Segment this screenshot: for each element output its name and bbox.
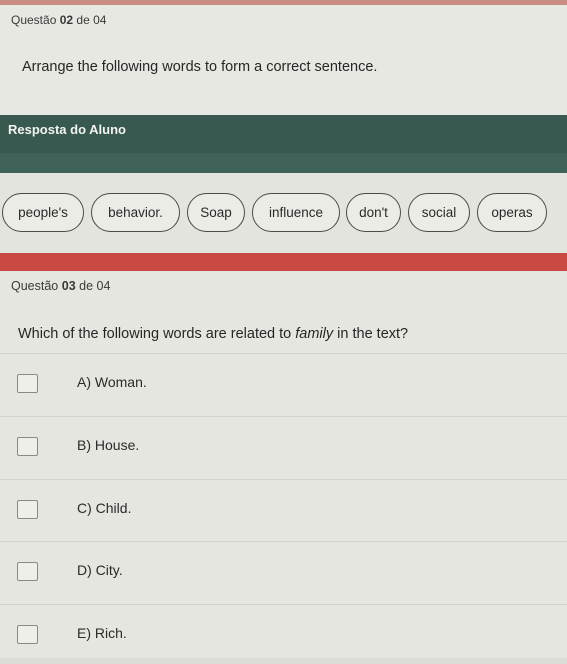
answer-option[interactable]: E) Rich. (0, 604, 567, 664)
question-2-header: Questão 02 de 04 (11, 13, 106, 27)
section-divider (0, 253, 567, 271)
answer-option[interactable]: C) Child. (0, 479, 567, 539)
option-label: D) City. (77, 562, 123, 578)
student-answer-title: Resposta do Aluno (8, 122, 126, 137)
question-number: 03 (61, 279, 76, 293)
option-checkbox[interactable] (17, 437, 38, 456)
emphasized-word: family (295, 326, 334, 342)
answer-option[interactable]: D) City. (0, 541, 567, 601)
option-checkbox[interactable] (17, 374, 38, 393)
word-chip[interactable]: people's (2, 193, 84, 232)
question-number: 02 (59, 13, 74, 27)
word-chip[interactable]: don't (346, 193, 401, 232)
option-label: B) House. (77, 437, 140, 453)
question-total: de 04 (79, 279, 111, 293)
word-bank: people's behavior. Soap influence don't … (0, 173, 567, 253)
student-answer-bar: Resposta do Aluno (0, 115, 567, 173)
word-chip[interactable]: behavior. (91, 193, 180, 232)
question-label: Questão (11, 279, 59, 293)
question-total: de 04 (76, 13, 107, 27)
word-chip[interactable]: operas (477, 193, 547, 232)
answer-option[interactable]: B) House. (0, 416, 567, 476)
word-chip[interactable]: Soap (187, 193, 245, 232)
question-2-prompt: Arrange the following words to form a co… (22, 59, 378, 75)
option-label: E) Rich. (77, 625, 127, 641)
option-label: A) Woman. (77, 374, 147, 390)
question-label: Questão (11, 13, 57, 27)
option-checkbox[interactable] (17, 500, 38, 519)
option-label: C) Child. (77, 500, 132, 516)
option-checkbox[interactable] (17, 562, 38, 581)
option-checkbox[interactable] (17, 625, 38, 644)
question-2-card: Questão 02 de 04 Arrange the following w… (0, 5, 567, 115)
question-3-card: Questão 03 de 04 Which of the following … (0, 271, 567, 658)
answer-option[interactable]: A) Woman. (0, 353, 567, 413)
word-chip[interactable]: influence (252, 193, 340, 232)
question-3-header: Questão 03 de 04 (11, 279, 110, 293)
question-3-prompt: Which of the following words are related… (18, 326, 409, 342)
word-chip[interactable]: social (408, 193, 470, 232)
answer-drop-zone[interactable] (0, 153, 567, 173)
